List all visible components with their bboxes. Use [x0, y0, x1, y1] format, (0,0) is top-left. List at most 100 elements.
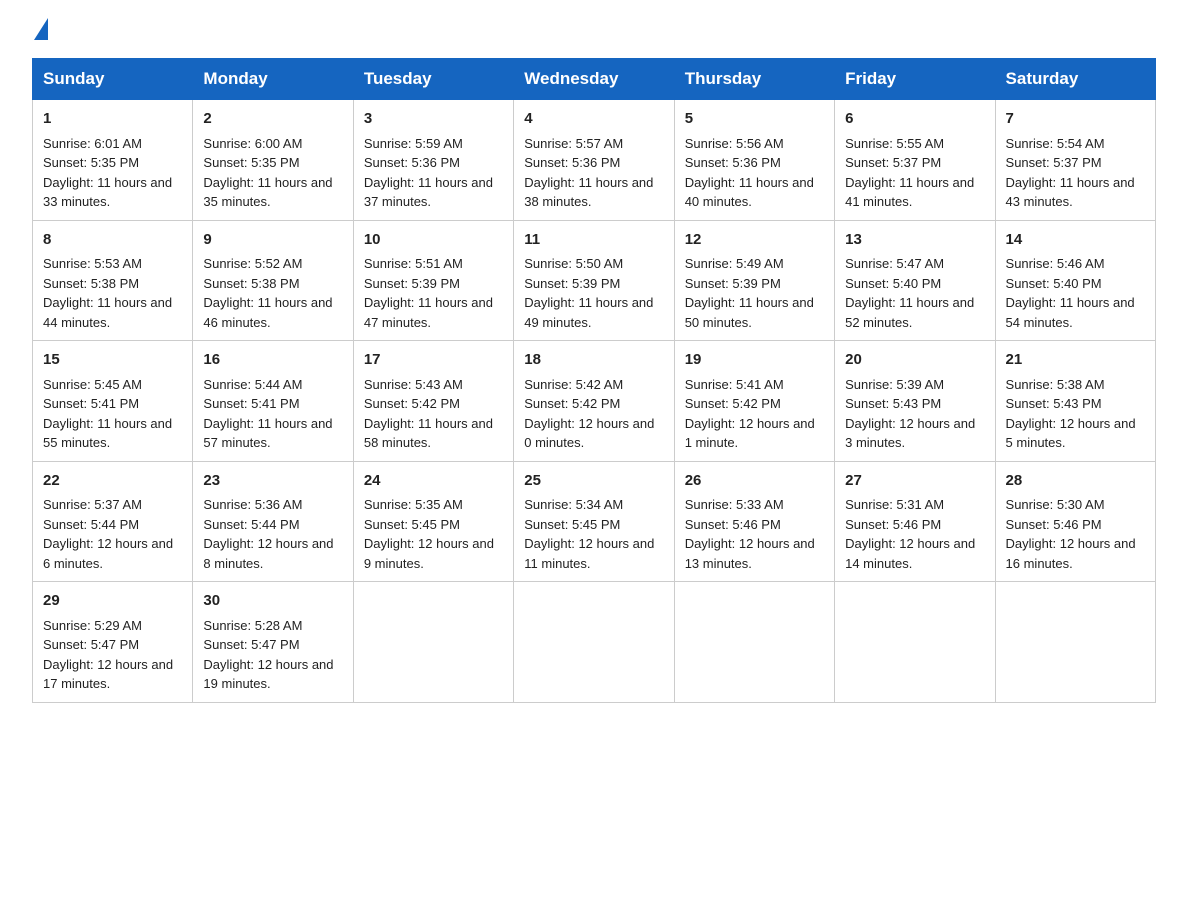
day-info: Sunset: 5:37 PM: [1006, 153, 1145, 173]
day-info: Sunset: 5:46 PM: [1006, 515, 1145, 535]
day-number: 16: [203, 349, 342, 372]
day-number: 28: [1006, 470, 1145, 493]
day-info: Daylight: 12 hours and 9 minutes.: [364, 534, 503, 573]
day-info: Sunset: 5:46 PM: [845, 515, 984, 535]
calendar-table: SundayMondayTuesdayWednesdayThursdayFrid…: [32, 58, 1156, 703]
day-number: 2: [203, 108, 342, 131]
day-info: Sunrise: 5:56 AM: [685, 134, 824, 154]
day-info: Sunrise: 5:38 AM: [1006, 375, 1145, 395]
day-number: 19: [685, 349, 824, 372]
day-info: Sunrise: 5:53 AM: [43, 254, 182, 274]
calendar-cell: 4Sunrise: 5:57 AMSunset: 5:36 PMDaylight…: [514, 100, 674, 221]
day-info: Daylight: 12 hours and 16 minutes.: [1006, 534, 1145, 573]
day-number: 15: [43, 349, 182, 372]
header-wednesday: Wednesday: [514, 59, 674, 100]
day-number: 17: [364, 349, 503, 372]
day-info: Daylight: 12 hours and 13 minutes.: [685, 534, 824, 573]
calendar-cell: 19Sunrise: 5:41 AMSunset: 5:42 PMDayligh…: [674, 341, 834, 462]
calendar-cell: 10Sunrise: 5:51 AMSunset: 5:39 PMDayligh…: [353, 220, 513, 341]
day-number: 13: [845, 229, 984, 252]
day-info: Sunrise: 5:59 AM: [364, 134, 503, 154]
calendar-cell: 22Sunrise: 5:37 AMSunset: 5:44 PMDayligh…: [33, 461, 193, 582]
calendar-week-row: 15Sunrise: 5:45 AMSunset: 5:41 PMDayligh…: [33, 341, 1156, 462]
day-number: 10: [364, 229, 503, 252]
day-info: Sunset: 5:43 PM: [1006, 394, 1145, 414]
day-info: Daylight: 11 hours and 33 minutes.: [43, 173, 182, 212]
day-number: 3: [364, 108, 503, 131]
day-number: 14: [1006, 229, 1145, 252]
calendar-cell: 23Sunrise: 5:36 AMSunset: 5:44 PMDayligh…: [193, 461, 353, 582]
day-info: Sunrise: 5:37 AM: [43, 495, 182, 515]
day-number: 5: [685, 108, 824, 131]
calendar-cell: 30Sunrise: 5:28 AMSunset: 5:47 PMDayligh…: [193, 582, 353, 703]
calendar-week-row: 8Sunrise: 5:53 AMSunset: 5:38 PMDaylight…: [33, 220, 1156, 341]
day-info: Sunrise: 5:45 AM: [43, 375, 182, 395]
day-info: Daylight: 11 hours and 41 minutes.: [845, 173, 984, 212]
day-info: Sunset: 5:39 PM: [364, 274, 503, 294]
calendar-cell: 5Sunrise: 5:56 AMSunset: 5:36 PMDaylight…: [674, 100, 834, 221]
calendar-cell: [835, 582, 995, 703]
day-info: Daylight: 11 hours and 54 minutes.: [1006, 293, 1145, 332]
header: [32, 24, 1156, 40]
calendar-cell: 20Sunrise: 5:39 AMSunset: 5:43 PMDayligh…: [835, 341, 995, 462]
day-info: Sunrise: 5:33 AM: [685, 495, 824, 515]
calendar-cell: 21Sunrise: 5:38 AMSunset: 5:43 PMDayligh…: [995, 341, 1155, 462]
day-info: Sunset: 5:41 PM: [43, 394, 182, 414]
day-info: Sunset: 5:42 PM: [364, 394, 503, 414]
day-number: 9: [203, 229, 342, 252]
day-info: Sunset: 5:47 PM: [43, 635, 182, 655]
day-number: 1: [43, 108, 182, 131]
day-info: Sunrise: 5:51 AM: [364, 254, 503, 274]
day-info: Sunset: 5:44 PM: [43, 515, 182, 535]
day-info: Sunrise: 5:47 AM: [845, 254, 984, 274]
day-info: Sunrise: 5:30 AM: [1006, 495, 1145, 515]
calendar-cell: [353, 582, 513, 703]
day-info: Daylight: 11 hours and 55 minutes.: [43, 414, 182, 453]
day-info: Daylight: 11 hours and 49 minutes.: [524, 293, 663, 332]
day-info: Sunrise: 5:46 AM: [1006, 254, 1145, 274]
calendar-cell: [995, 582, 1155, 703]
day-info: Sunset: 5:44 PM: [203, 515, 342, 535]
day-info: Sunset: 5:40 PM: [1006, 274, 1145, 294]
calendar-cell: 8Sunrise: 5:53 AMSunset: 5:38 PMDaylight…: [33, 220, 193, 341]
day-info: Daylight: 11 hours and 35 minutes.: [203, 173, 342, 212]
calendar-cell: 28Sunrise: 5:30 AMSunset: 5:46 PMDayligh…: [995, 461, 1155, 582]
day-info: Sunset: 5:35 PM: [203, 153, 342, 173]
calendar-cell: 11Sunrise: 5:50 AMSunset: 5:39 PMDayligh…: [514, 220, 674, 341]
header-friday: Friday: [835, 59, 995, 100]
day-info: Daylight: 11 hours and 50 minutes.: [685, 293, 824, 332]
day-info: Sunset: 5:38 PM: [203, 274, 342, 294]
day-info: Sunrise: 5:49 AM: [685, 254, 824, 274]
day-info: Sunset: 5:43 PM: [845, 394, 984, 414]
day-info: Sunset: 5:35 PM: [43, 153, 182, 173]
calendar-cell: 12Sunrise: 5:49 AMSunset: 5:39 PMDayligh…: [674, 220, 834, 341]
day-info: Sunset: 5:47 PM: [203, 635, 342, 655]
day-info: Sunset: 5:38 PM: [43, 274, 182, 294]
logo: [32, 24, 48, 40]
day-info: Daylight: 12 hours and 6 minutes.: [43, 534, 182, 573]
calendar-cell: 29Sunrise: 5:29 AMSunset: 5:47 PMDayligh…: [33, 582, 193, 703]
day-number: 30: [203, 590, 342, 613]
day-info: Daylight: 11 hours and 58 minutes.: [364, 414, 503, 453]
day-info: Sunset: 5:45 PM: [364, 515, 503, 535]
day-info: Sunset: 5:41 PM: [203, 394, 342, 414]
day-number: 7: [1006, 108, 1145, 131]
day-info: Sunset: 5:36 PM: [364, 153, 503, 173]
day-info: Sunset: 5:40 PM: [845, 274, 984, 294]
day-info: Daylight: 11 hours and 52 minutes.: [845, 293, 984, 332]
day-info: Sunset: 5:39 PM: [685, 274, 824, 294]
calendar-cell: [514, 582, 674, 703]
day-info: Daylight: 12 hours and 5 minutes.: [1006, 414, 1145, 453]
calendar-cell: 17Sunrise: 5:43 AMSunset: 5:42 PMDayligh…: [353, 341, 513, 462]
day-number: 20: [845, 349, 984, 372]
header-tuesday: Tuesday: [353, 59, 513, 100]
calendar-cell: 18Sunrise: 5:42 AMSunset: 5:42 PMDayligh…: [514, 341, 674, 462]
calendar-cell: 27Sunrise: 5:31 AMSunset: 5:46 PMDayligh…: [835, 461, 995, 582]
day-info: Sunrise: 5:39 AM: [845, 375, 984, 395]
day-number: 22: [43, 470, 182, 493]
day-info: Sunset: 5:39 PM: [524, 274, 663, 294]
day-info: Sunset: 5:36 PM: [685, 153, 824, 173]
day-number: 6: [845, 108, 984, 131]
calendar-week-row: 22Sunrise: 5:37 AMSunset: 5:44 PMDayligh…: [33, 461, 1156, 582]
calendar-cell: 14Sunrise: 5:46 AMSunset: 5:40 PMDayligh…: [995, 220, 1155, 341]
